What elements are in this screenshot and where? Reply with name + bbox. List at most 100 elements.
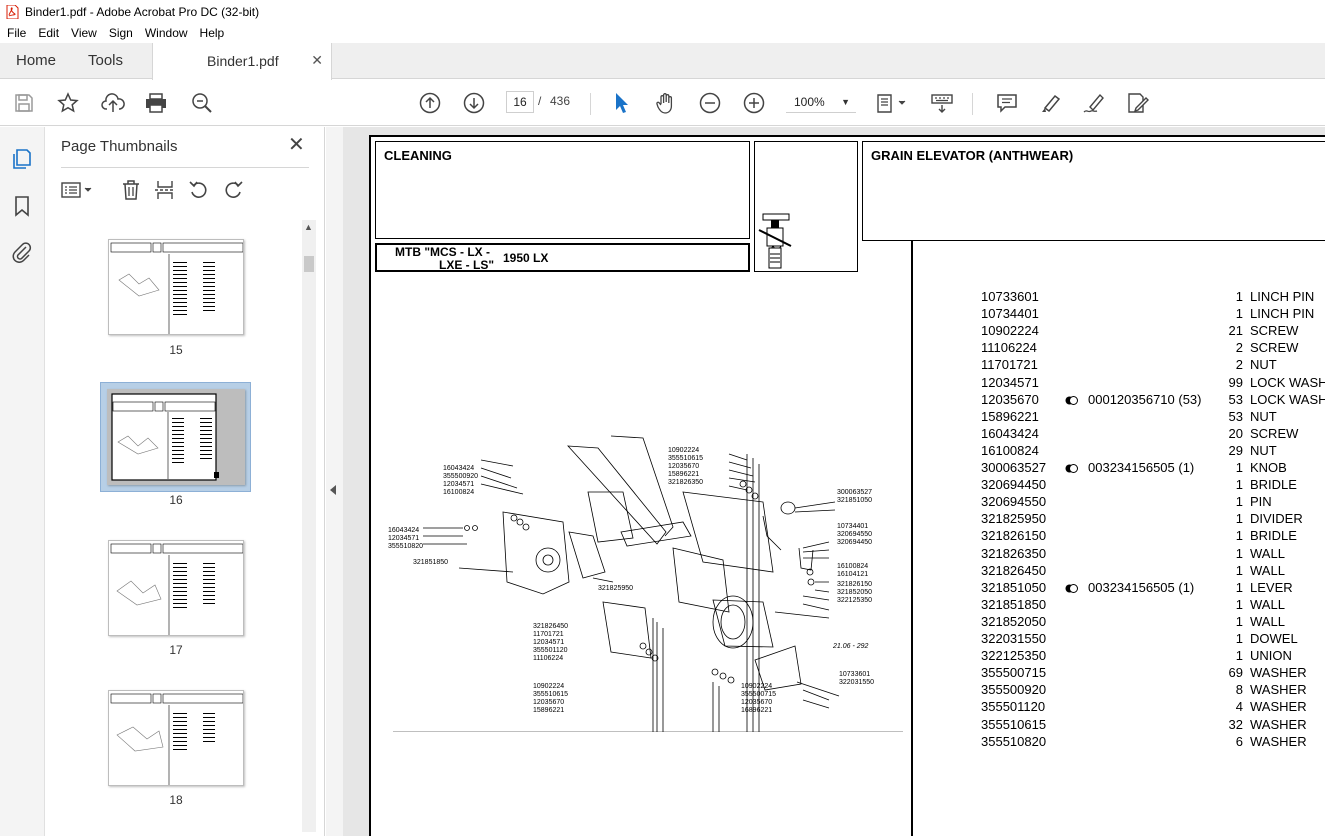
upload-cloud-icon[interactable] [101,91,125,115]
menu-view[interactable]: View [65,26,103,40]
previous-page-icon[interactable] [418,91,442,115]
zoom-out-icon[interactable] [698,91,722,115]
part-quantity: 1 [1235,545,1243,561]
part-number: 16043424 [981,425,1039,441]
tab-document[interactable]: Binder1.pdf ✕ [152,43,332,80]
zoom-search-icon[interactable] [190,91,214,115]
part-quantity: 53 [1228,391,1243,407]
page-thumbnails-icon[interactable] [10,147,34,171]
part-description: LINCH PIN [1250,289,1315,304]
part-row: 321825950 1 DIVIDER [981,511,1325,528]
svg-text:10733601: 10733601 [839,671,870,678]
svg-text:355510615: 355510615 [668,455,703,462]
scrollbar-thumb[interactable] [304,256,314,272]
model-number: 1950 LX [503,251,549,265]
part-quantity: 4 [1235,699,1243,715]
half-circle-icon [1065,395,1078,405]
svg-text:10902224: 10902224 [668,447,699,454]
next-page-icon[interactable] [462,91,486,115]
part-quantity: 8 [1235,682,1243,698]
svg-text:16896221: 16896221 [741,707,772,714]
part-number: 16100824 [981,442,1039,458]
scroll-up-icon[interactable]: ▲ [304,222,313,232]
svg-text:15896221: 15896221 [668,471,699,478]
chevron-down-icon: ▼ [841,97,850,107]
hand-tool-icon[interactable] [654,91,678,115]
page-thumbnail[interactable] [108,690,244,786]
zoom-in-icon[interactable] [742,91,766,115]
part-quantity: 1 [1235,562,1243,578]
page-separator: / [538,94,542,108]
zoom-level-select[interactable]: 100% ▼ [786,91,856,113]
part-number: 10902224 [981,323,1039,339]
page-thumbnail[interactable] [108,540,244,636]
part-quantity: 1 [1235,528,1243,544]
part-quantity: 1 [1235,511,1243,527]
thumbnail-options-icon[interactable] [61,179,93,201]
tab-home[interactable]: Home [16,43,56,79]
select-cursor-icon[interactable] [610,91,634,115]
part-description: WASHER [1250,699,1307,715]
collapse-panel-icon[interactable] [330,485,336,495]
menu-window[interactable]: Window [139,26,194,40]
part-number: 12034571 [981,374,1039,390]
part-quantity: 2 [1235,340,1243,356]
page-thumbnail[interactable] [108,239,244,335]
delete-page-icon[interactable] [119,179,143,201]
close-panel-icon[interactable]: ✕ [288,135,305,155]
page-number-input[interactable]: 16 [506,91,534,113]
print-icon[interactable] [144,91,168,115]
part-description: BRIDLE [1250,477,1297,493]
close-tab-icon[interactable]: ✕ [311,53,323,67]
section-title-left: CLEANING [384,148,452,163]
part-row: 10734401 1 LINCH PIN [981,306,1325,323]
page-column-divider [911,241,913,836]
page-fit-icon[interactable] [874,91,910,115]
part-row: 322125350 1 UNION [981,648,1325,665]
part-description: DOWEL [1250,631,1298,646]
comment-icon[interactable] [995,91,1019,115]
rotate-counterclockwise-icon[interactable] [187,179,211,201]
bookmark-icon[interactable] [10,194,34,218]
rotate-clockwise-icon[interactable] [221,179,245,201]
extract-pages-icon[interactable] [153,179,177,201]
svg-text:355500715: 355500715 [741,691,776,698]
part-row: 320694450 1 BRIDLE [981,477,1325,494]
model-box: MTB "MCS - LX - LXE - LS" 1950 LX [375,243,750,272]
part-row: 355510615 32 WASHER [981,717,1325,734]
thumbnails-scrollbar[interactable]: ▲ [302,220,316,832]
menu-help[interactable]: Help [194,26,231,40]
menu-sign[interactable]: Sign [103,26,139,40]
part-row: 321852050 1 WALL [981,614,1325,631]
menu-file[interactable]: File [1,26,32,40]
part-quantity: 1 [1235,460,1243,475]
draw-sign-icon[interactable] [1082,91,1106,115]
star-icon[interactable] [56,91,80,115]
part-row: 355500920 8 WASHER [981,682,1325,699]
svg-text:12035670: 12035670 [533,699,564,706]
svg-text:12034571: 12034571 [443,481,474,488]
svg-text:12034571: 12034571 [388,535,419,542]
page-total: 436 [550,94,571,108]
edit-pdf-icon[interactable] [1126,91,1150,115]
save-icon[interactable] [12,91,36,115]
document-viewport[interactable]: CLEANING MTB "MCS - LX - LXE - LS" 1950 … [343,127,1325,836]
tab-tools[interactable]: Tools [88,43,123,79]
svg-text:12035670: 12035670 [741,699,772,706]
svg-text:11106224: 11106224 [533,655,563,662]
part-quantity: 32 [1228,716,1243,732]
svg-text:322031550: 322031550 [839,679,874,686]
exploded-parts-diagram: 10902224 355510615 12035670 15896221 321… [388,435,903,732]
svg-text:355500920: 355500920 [443,473,478,480]
menu-edit[interactable]: Edit [32,26,65,40]
pdf-page: CLEANING MTB "MCS - LX - LXE - LS" 1950 … [369,135,1325,836]
highlighter-icon[interactable] [1039,91,1063,115]
part-reference: 003234156505 (1) [1088,579,1195,595]
part-description: NUT [1250,357,1277,373]
part-description: SCREW [1250,425,1299,441]
page-thumbnail-selected[interactable] [107,389,245,485]
model-line-2: LXE - LS" [439,258,495,272]
keyboard-scroll-icon[interactable] [930,91,954,115]
attachment-paperclip-icon[interactable] [10,240,34,264]
part-row: 16100824 29 NUT [981,443,1325,460]
